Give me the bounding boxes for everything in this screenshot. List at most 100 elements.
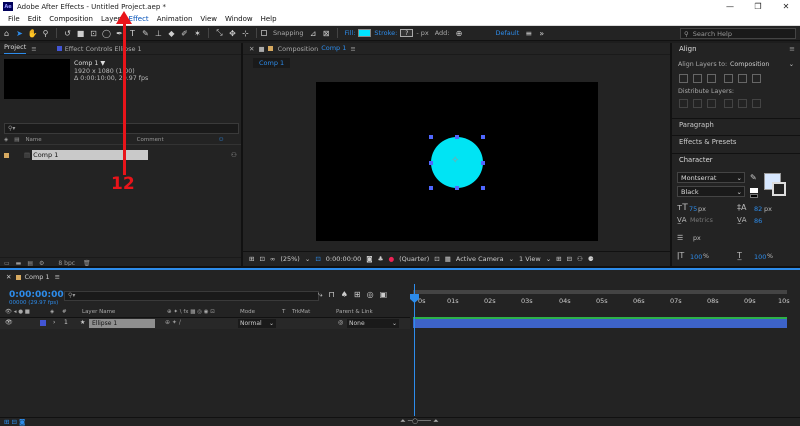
distribute-left-icon[interactable]	[724, 99, 733, 108]
timeline-current-time[interactable]: 0:00:00:00	[9, 290, 64, 300]
col-parent[interactable]: Parent & Link	[336, 309, 373, 315]
workspace-default[interactable]: Default	[496, 29, 520, 37]
anchor-point-icon[interactable]: ✧	[451, 156, 459, 166]
timeline-layer-row[interactable]: 👁 › 1 ★ Ellipse 1 ⊕ ✦ / Normal ⌄ ◎ None …	[0, 318, 410, 329]
current-time-indicator[interactable]	[414, 284, 415, 416]
distribute-top-icon[interactable]	[679, 99, 688, 108]
transform-handle-ml[interactable]	[429, 161, 433, 165]
distribute-bottom-icon[interactable]	[707, 99, 716, 108]
menu-edit[interactable]: Edit	[24, 13, 46, 26]
type-tool-icon[interactable]: T	[126, 27, 139, 40]
frame-blending-icon[interactable]: ⊞	[354, 290, 367, 299]
minimize-button[interactable]: —	[716, 0, 744, 13]
close-timeline-tab-icon[interactable]: ✕	[6, 273, 11, 281]
resolution-dropdown[interactable]: (Quarter)	[399, 255, 429, 263]
region-of-interest-icon[interactable]: ⊡	[434, 255, 439, 263]
fill-color-swatch[interactable]	[358, 29, 372, 37]
menu-animation[interactable]: Animation	[153, 13, 197, 26]
visibility-eye-icon[interactable]: 👁	[5, 319, 13, 326]
vr-icon[interactable]: ⊡	[259, 255, 264, 263]
project-item-name[interactable]: Comp 1	[33, 151, 58, 159]
always-preview-icon[interactable]: ⊞	[249, 255, 254, 263]
transform-handle-br[interactable]	[481, 186, 485, 190]
zoom-chevron-icon[interactable]: ⌄	[305, 255, 310, 263]
col-name[interactable]: Name	[25, 137, 41, 143]
col-mode[interactable]: Mode	[240, 309, 255, 315]
search-help-input[interactable]: ⚲ Search Help	[680, 28, 796, 39]
pan-behind-tool-icon[interactable]: ⊡	[87, 27, 100, 40]
align-horizontal-center-icon[interactable]	[693, 74, 702, 83]
align-left-icon[interactable]	[679, 74, 688, 83]
col-layer-name[interactable]: Layer Name	[82, 309, 115, 315]
lock-icon[interactable]: ■	[258, 45, 264, 53]
col-comment[interactable]: Comment	[137, 137, 164, 143]
flowchart-comp-icon[interactable]: ⚇	[577, 255, 583, 263]
align-vertical-center-icon[interactable]	[738, 74, 747, 83]
transform-handle-mr[interactable]	[481, 161, 485, 165]
timeline-tab-comp[interactable]: Comp 1	[24, 273, 49, 281]
comp-info-name[interactable]: Comp 1 ▼	[74, 60, 148, 68]
show-snapshot-icon[interactable]: ♣	[378, 255, 384, 263]
roto-brush-tool-icon[interactable]: ✐	[178, 27, 191, 40]
transform-handle-bl[interactable]	[429, 186, 433, 190]
paragraph-panel-header[interactable]: Paragraph	[672, 118, 800, 131]
rotate-tool-icon[interactable]: ↺	[61, 27, 74, 40]
add-plus-icon[interactable]: ⊕	[453, 27, 466, 40]
camera-chevron-icon[interactable]: ⌄	[509, 255, 514, 263]
snapping-checkbox[interactable]	[261, 30, 267, 36]
transform-handle-tc[interactable]	[455, 135, 459, 139]
transparency-grid-icon[interactable]: ▦	[445, 255, 451, 263]
menu-composition[interactable]: Composition	[45, 13, 97, 26]
layer-switches[interactable]: ⊕ ✦ /	[165, 319, 181, 326]
axis-world-icon[interactable]: ✥	[226, 27, 239, 40]
camera-dropdown[interactable]: Active Camera	[456, 255, 504, 263]
draft-3d-icon[interactable]: ⊓	[328, 290, 340, 299]
selection-tool-icon[interactable]: ➤	[13, 27, 26, 40]
puppet-tool-icon[interactable]: ✶	[191, 27, 204, 40]
project-item-row[interactable]: ▤ Comp 1 ⚇	[0, 150, 241, 160]
footer-toggle-icons[interactable]: ⊞ ⊟ ◙	[4, 418, 25, 426]
views-chevron-icon[interactable]: ⌄	[546, 255, 551, 263]
timeline-icon[interactable]: ⊟	[567, 255, 572, 263]
project-tab-menu-icon[interactable]: ≡	[31, 45, 36, 53]
transform-handle-tr[interactable]	[481, 135, 485, 139]
layer-label-color[interactable]	[40, 320, 46, 326]
comp-mini-flowchart-icon[interactable]: ⤷	[318, 290, 328, 299]
work-area-bar[interactable]	[413, 290, 787, 294]
maximize-button[interactable]: ❐	[744, 0, 772, 13]
horizontal-scale-value[interactable]: 100	[754, 253, 766, 261]
close-tab-icon[interactable]: ✕	[249, 45, 254, 53]
zoom-dropdown[interactable]: (25%)	[280, 255, 300, 263]
zoom-tool-icon[interactable]: ⚲	[39, 27, 52, 40]
align-right-icon[interactable]	[707, 74, 716, 83]
project-search-input[interactable]: ⚲▾	[4, 123, 239, 134]
align-top-icon[interactable]	[724, 74, 733, 83]
transform-handle-tl[interactable]	[429, 135, 433, 139]
hand-tool-icon[interactable]: ✋	[26, 27, 39, 40]
tab-composition[interactable]: Composition	[278, 45, 319, 53]
layer-duration-bar[interactable]	[413, 317, 787, 328]
snap-edges-icon[interactable]: ⊠	[320, 27, 333, 40]
menu-file[interactable]: File	[4, 13, 24, 26]
title-safe-icon[interactable]: ⊡	[315, 255, 320, 263]
stroke-color-box[interactable]	[772, 182, 786, 196]
align-bottom-icon[interactable]	[752, 74, 761, 83]
comp-breadcrumb-tab[interactable]: Comp 1	[253, 58, 291, 68]
workspace-overflow-icon[interactable]: »	[535, 27, 548, 40]
tracking-value[interactable]: 86	[754, 217, 762, 225]
font-size-value[interactable]: 75	[689, 205, 697, 213]
layer-mode-dropdown[interactable]: Normal ⌄	[238, 319, 276, 328]
layer-parent-dropdown[interactable]: None ⌄	[347, 319, 399, 328]
stroke-width-unit[interactable]: px	[693, 235, 701, 242]
views-dropdown[interactable]: 1 View	[519, 255, 541, 263]
align-panel-menu-icon[interactable]: ≡	[789, 45, 795, 53]
time-ruler[interactable]: 0s 01s 02s 03s 04s 05s 06s 07s 08s 09s 1…	[413, 290, 793, 308]
clone-stamp-tool-icon[interactable]: ⊥	[152, 27, 165, 40]
eraser-tool-icon[interactable]: ◆	[165, 27, 178, 40]
stroke-color-swatch[interactable]: ?	[400, 29, 414, 37]
snap-options-icon[interactable]: ⊿	[307, 27, 320, 40]
distribute-right-icon[interactable]	[752, 99, 761, 108]
ellipse-tool-icon[interactable]: ◯	[100, 27, 113, 40]
pick-whip-icon[interactable]: ◎	[338, 319, 343, 326]
graph-editor-icon[interactable]: ▣	[380, 290, 394, 299]
